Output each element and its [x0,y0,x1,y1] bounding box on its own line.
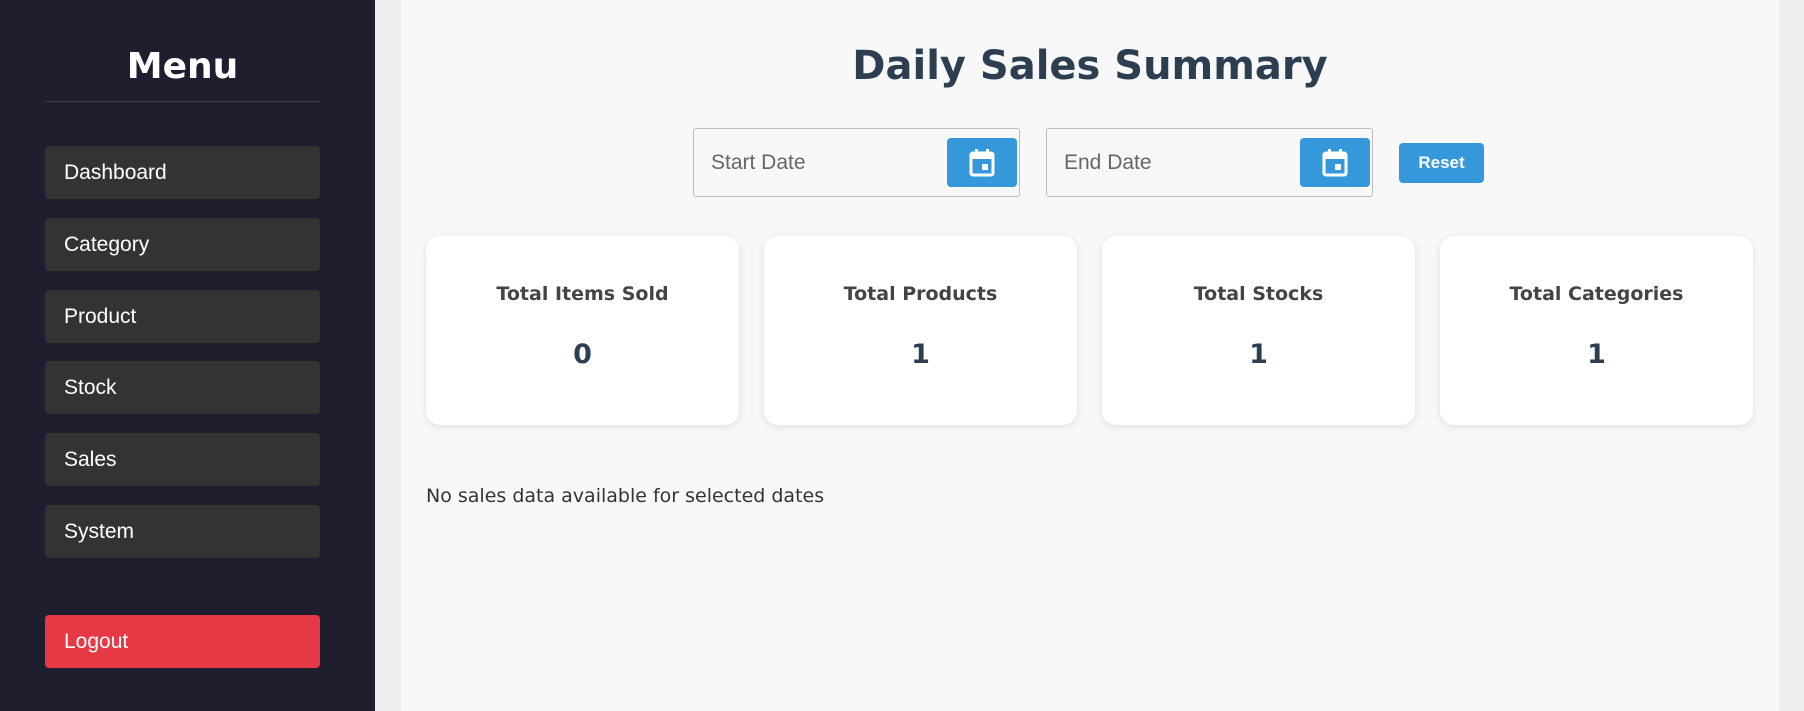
sidebar-divider [45,101,320,102]
empty-state-message: No sales data available for selected dat… [426,485,825,507]
logout-button[interactable]: Logout [45,615,320,668]
end-date-placeholder: End Date [1064,151,1152,174]
calendar-icon [969,148,995,176]
end-date-calendar-button[interactable] [1300,138,1370,187]
stat-card-label: Total Stocks [1193,283,1324,305]
stat-card-label: Total Products [843,283,998,305]
start-date-field[interactable]: Start Date [693,128,1020,197]
sidebar-title: Menu [126,46,239,87]
calendar-icon [1322,148,1348,176]
sidebar: Menu Dashboard Category Product Stock Sa… [0,0,375,711]
stat-card-products: Total Products 1 [764,236,1077,425]
stat-card-stocks: Total Stocks 1 [1102,236,1415,425]
sidebar-item-sales[interactable]: Sales [45,433,320,486]
stat-card-items-sold: Total Items Sold 0 [426,236,739,425]
sidebar-item-stock[interactable]: Stock [45,361,320,414]
sidebar-item-dashboard[interactable]: Dashboard [45,146,320,199]
start-date-placeholder: Start Date [711,151,806,174]
stat-card-value: 1 [1587,339,1606,370]
page-title: Daily Sales Summary [852,43,1328,89]
stat-card-categories: Total Categories 1 [1440,236,1753,425]
sidebar-item-product[interactable]: Product [45,290,320,343]
stat-card-value: 1 [1249,339,1268,370]
stat-card-value: 0 [573,339,592,370]
stat-card-label: Total Categories [1509,283,1684,305]
stat-card-value: 1 [911,339,930,370]
stat-card-label: Total Items Sold [496,283,669,305]
end-date-field[interactable]: End Date [1046,128,1373,197]
sidebar-item-category[interactable]: Category [45,218,320,271]
reset-button[interactable]: Reset [1399,143,1484,183]
start-date-calendar-button[interactable] [947,138,1017,187]
main-content: Daily Sales Summary Start Date End Date [401,0,1779,711]
page-margin [1779,0,1804,711]
sidebar-item-system[interactable]: System [45,505,320,558]
